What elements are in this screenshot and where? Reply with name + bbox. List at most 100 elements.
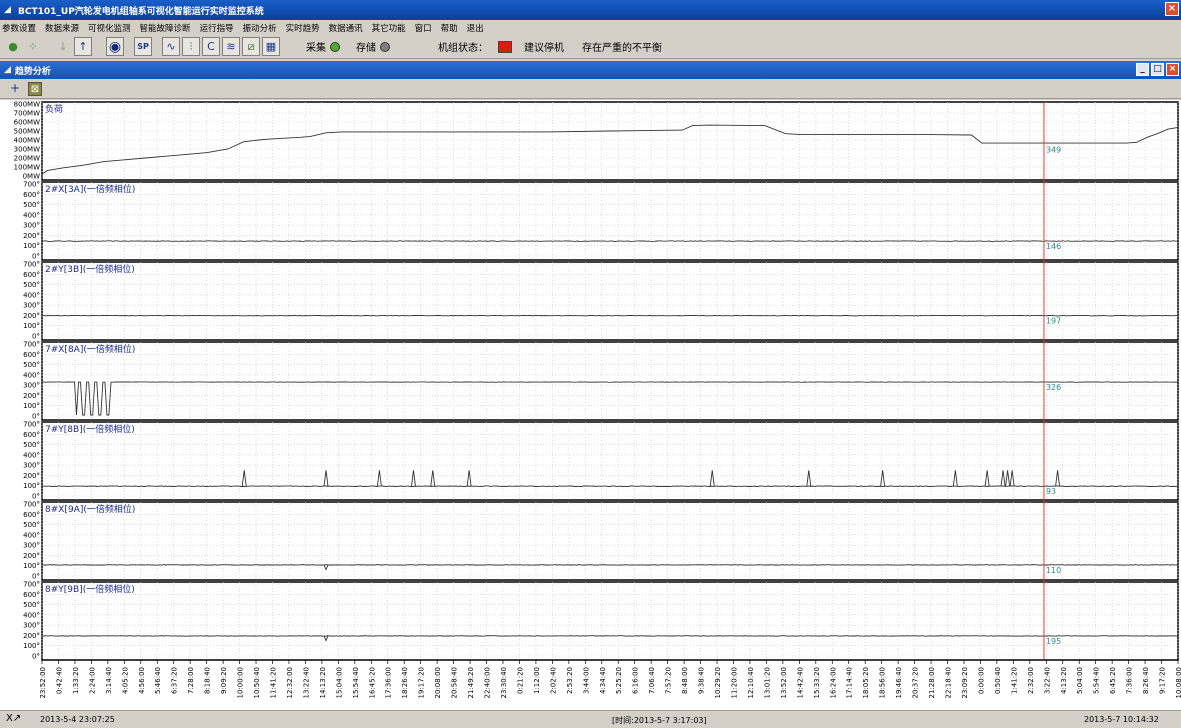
start-time: 2013-5-4 23:07:25 (40, 715, 115, 724)
menu-item-vibration-analysis[interactable]: 振动分析 (243, 22, 277, 34)
cascade-icon-button[interactable]: ⧄ (242, 37, 260, 56)
y-tick-label: 200° (23, 472, 40, 480)
menu-item-fault-diagnosis[interactable]: 智能故障诊断 (140, 22, 191, 34)
x-tick-label: 9:09:20 (220, 667, 228, 694)
y-tick-label: 300° (23, 622, 40, 630)
close-child-button[interactable]: × (1166, 63, 1179, 76)
series-line (42, 635, 1179, 637)
trend-toolbar: + ⊠ (0, 79, 1181, 99)
x-tick-label: 18:56:00 (879, 667, 887, 698)
panel-frame (41, 101, 1179, 181)
maximize-button[interactable]: □ (1151, 63, 1164, 76)
y-tick-label: 500° (23, 361, 40, 369)
menu-item-data-comm[interactable]: 数据通讯 (329, 22, 363, 34)
panel-title: 负荷 (45, 103, 63, 115)
x-tick-label: 13:01:20 (763, 667, 771, 698)
panel-frame (41, 581, 1179, 661)
x-tick-label: 8:18:40 (204, 667, 212, 694)
y-tick-label: 0° (32, 333, 40, 341)
y-tick-label: 100° (23, 402, 40, 410)
trend-icon-button[interactable]: ≋ (222, 37, 240, 56)
y-tick-label: 500° (23, 281, 40, 289)
x-tick-label: 7:57:20 (665, 667, 673, 694)
x-tick-label: 11:20:00 (730, 667, 738, 698)
x-tick-label: 0:00:00 (977, 667, 985, 694)
state-alarm-icon (498, 40, 512, 53)
y-tick-label: 100° (23, 482, 40, 490)
y-tick-label: 200° (23, 232, 40, 240)
add-icon-button[interactable]: + (8, 82, 22, 96)
x-tick-label: 17:36:00 (385, 667, 393, 698)
window-titlebar: ◢ BCT101_UP汽轮发电机组轴系可视化智能运行实时监控系统 × (0, 0, 1181, 20)
y-tick-label: 400° (23, 371, 40, 379)
arrow-up-icon-button[interactable]: ↑ (74, 37, 92, 56)
x-tick-label: 10:50:40 (253, 667, 261, 698)
y-tick-label: 400° (23, 451, 40, 459)
main-toolbar: ● ⁘ ↓ ↑ ◉ SP ∿ ⫶ C ≋ ⧄ ▦ 采集 存储 机组状态： 建议停… (0, 35, 1181, 59)
status-left-icon[interactable]: X↗ (6, 713, 21, 724)
circle-icon-button[interactable]: ◉ (106, 37, 124, 56)
alarm-text: 存在严重的不平衡 (582, 43, 662, 54)
x-tick-label: 10:08:00 (1175, 667, 1181, 698)
y-tick-label: 800MW (14, 101, 40, 109)
close-window-button[interactable]: × (1165, 2, 1179, 16)
x-tick-label: 5:04:00 (1076, 667, 1084, 694)
y-tick-label: 300° (23, 462, 40, 470)
y-tick-label: 300MW (14, 146, 40, 154)
dot-icon-button[interactable]: ● (4, 37, 22, 56)
app-icon: ◢ (4, 5, 11, 15)
spectrum-icon-button[interactable]: ⫶ (182, 37, 200, 56)
x-tick-label: 8:26:40 (1142, 667, 1150, 694)
x-tick-label: 0:50:40 (994, 667, 1002, 694)
x-tick-label: 23:52:00 (39, 667, 47, 698)
y-tick-label: 300° (23, 382, 40, 390)
x-tick-label: 8:48:00 (681, 667, 689, 694)
y-tick-label: 400MW (14, 137, 40, 145)
y-tick-label: 700° (23, 341, 40, 349)
x-tick-label: 4:34:40 (599, 667, 607, 694)
y-tick-label: 600° (23, 271, 40, 279)
store-status: 存储 (356, 39, 390, 54)
menu-item-params[interactable]: 参数设置 (2, 22, 36, 34)
y-tick-label: 100° (23, 562, 40, 570)
delete-icon-button[interactable]: ⊠ (28, 82, 42, 96)
y-tick-label: 600MW (14, 119, 40, 127)
menu-item-datasource[interactable]: 数据来源 (45, 22, 79, 34)
trend-chart-area[interactable]: 800MW 700MW 600MW 500MW 400MW 300MW 200MW 100MW… (0, 100, 1181, 710)
x-tick-label: 7:28:00 (187, 667, 195, 694)
y-tick-label: 700° (23, 581, 40, 589)
waveform-icon-button[interactable]: ∿ (162, 37, 180, 56)
menu-item-other[interactable]: 其它功能 (372, 22, 406, 34)
menu-item-realtime-trend[interactable]: 实时趋势 (286, 22, 320, 34)
collect-status: 采集 (306, 39, 340, 54)
menu-item-window[interactable]: 窗口 (415, 22, 432, 34)
unit-state-label: 机组状态： (438, 43, 488, 54)
waterfall-icon-button[interactable]: ▦ (262, 37, 280, 56)
x-tick-label: 6:45:20 (1109, 667, 1117, 694)
menu-item-operation-guide[interactable]: 运行指导 (200, 22, 234, 34)
x-tick-label: 0:21:20 (516, 667, 524, 694)
x-tick-label: 15:33:20 (813, 667, 821, 698)
dots-grid-icon-button[interactable]: ⁘ (24, 37, 42, 56)
y-tick-label: 700° (23, 501, 40, 509)
arrow-down-icon-button[interactable]: ↓ (54, 37, 72, 56)
x-tick-label: 15:54:40 (352, 667, 360, 698)
x-tick-label: 10:00:00 (237, 667, 245, 698)
panel-title: 2#Y[3B](一倍频相位) (45, 263, 135, 275)
x-tick-label: 2:24:00 (88, 667, 96, 694)
sp-icon-button[interactable]: SP (134, 37, 152, 56)
unit-state: 机组状态： 建议停机 (438, 39, 564, 54)
menu-item-visual-monitor[interactable]: 可视化监测 (88, 22, 131, 34)
y-tick-label: 200° (23, 392, 40, 400)
y-tick-label: 200° (23, 552, 40, 560)
menu-item-exit[interactable]: 退出 (467, 22, 484, 34)
x-tick-label: 20:37:20 (912, 667, 920, 698)
panel-title: 8#Y[9B](一倍频相位) (45, 583, 135, 595)
orbit-icon-button[interactable]: C (202, 37, 220, 56)
x-tick-label: 2:32:00 (1027, 667, 1035, 694)
y-tick-label: 500° (23, 601, 40, 609)
trend-chart[interactable]: 800MW700MW600MW500MW400MW300MW200MW100MW… (0, 100, 1181, 710)
cursor-value-label: 110 (1046, 566, 1061, 575)
minimize-button[interactable]: _ (1136, 63, 1149, 76)
menu-item-help[interactable]: 帮助 (441, 22, 458, 34)
